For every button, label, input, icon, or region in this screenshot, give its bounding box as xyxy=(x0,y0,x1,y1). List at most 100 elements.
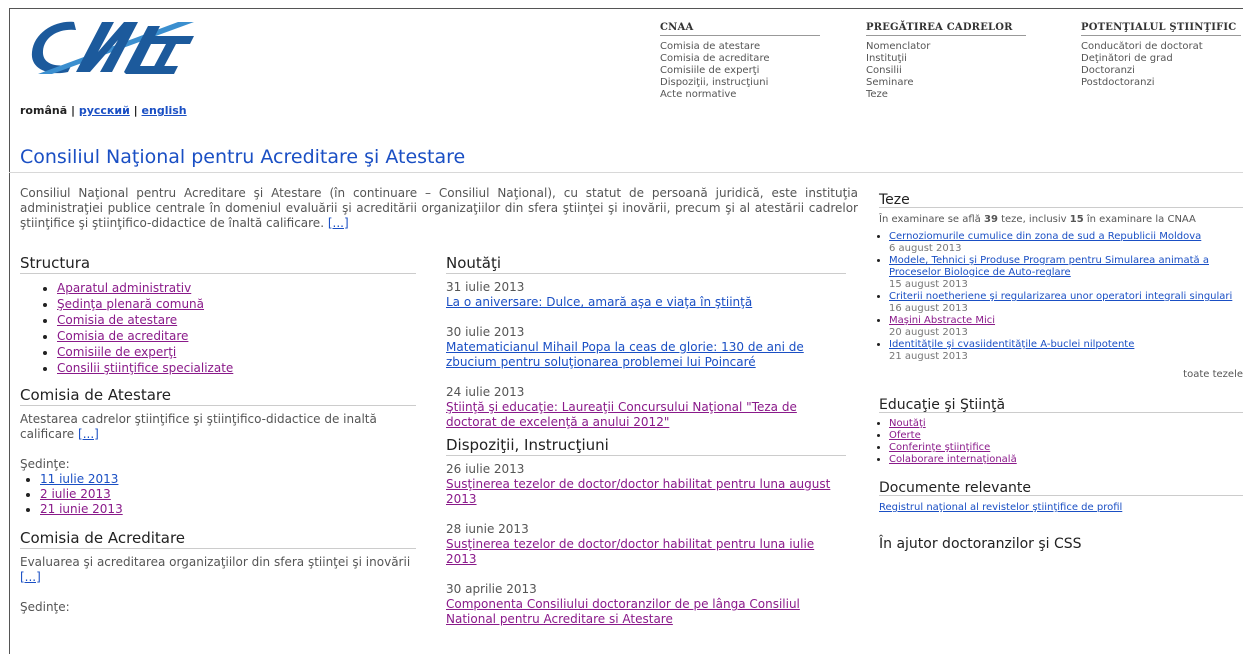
structura-list: Aparatul administrativ Şedinţa plenară c… xyxy=(20,280,416,376)
teza-item: Maşini Abstracte Mici20 august 2013 xyxy=(889,315,1243,339)
teza-link[interactable]: Identităţile şi cvasiidentităţile A-bucl… xyxy=(889,339,1134,350)
page-title: Consiliul Naţional pentru Acreditare şi … xyxy=(20,146,466,168)
atestare-heading: Comisia de Atestare xyxy=(20,388,416,406)
topnav-item[interactable]: Comisia de atestare xyxy=(660,41,820,53)
topnav-item[interactable]: Conducători de doctorat xyxy=(1081,41,1241,53)
news-date: 30 iulie 2013 xyxy=(446,325,525,339)
list-item: Noutăţi xyxy=(889,418,1243,430)
atestare-description: Atestarea cadrelor ştiinţifice şi ştiinţ… xyxy=(20,412,377,441)
educatie-link[interactable]: Colaborare internaţională xyxy=(889,454,1017,465)
topnav-item[interactable]: Comisia de acreditare xyxy=(660,53,820,65)
structura-link[interactable]: Consilii ştiinţifice specializate xyxy=(57,361,233,375)
dispozitie-item: 26 iulie 2013 Susţinerea tezelor de docto… xyxy=(446,462,846,507)
topnav-item[interactable]: Instituţii xyxy=(866,53,1026,65)
teze-heading: Teze xyxy=(879,193,1243,208)
topnav-heading: PREGĂTIREA CADRELOR xyxy=(866,22,1026,36)
dispozitie-link[interactable]: Componenta Consiliului doctoranzilor de … xyxy=(446,597,800,626)
topnav-cnaa: CNAA Comisia de atestare Comisia de acre… xyxy=(660,22,820,101)
educatie-list: Noutăţi Oferte Conferinţe ştiinţifice Co… xyxy=(879,418,1243,466)
news-link[interactable]: Matematicianul Mihail Popa la ceas de gl… xyxy=(446,340,804,369)
list-item: 11 iulie 2013 xyxy=(40,472,416,487)
intro-text: Consiliul Naţional pentru Acreditare şi … xyxy=(20,186,858,230)
right-column: Teze În examinare se află 39 teze, inclu… xyxy=(879,193,1243,551)
list-item: 2 iulie 2013 xyxy=(40,487,416,502)
teze-summary-text: în examinare la CNAA xyxy=(1086,214,1196,225)
topnav-item[interactable]: Seminare xyxy=(866,77,1026,89)
acreditare-description: Evaluarea şi acreditarea organizaţiilor … xyxy=(20,555,411,569)
lang-ro: română xyxy=(20,104,68,117)
list-item: 21 iunie 2013 xyxy=(40,502,416,517)
atestare-sedinte-list: 11 iulie 2013 2 iulie 2013 21 iunie 2013 xyxy=(20,472,416,517)
cnaa-logo[interactable] xyxy=(28,16,196,78)
dispozitie-link[interactable]: Susţinerea tezelor de doctor/doctor habi… xyxy=(446,537,814,566)
teza-item: Criterii noetheriene şi regularizarea un… xyxy=(889,291,1243,315)
list-item: Consilii ştiinţifice specializate xyxy=(57,360,416,376)
lang-separator: | xyxy=(70,104,75,117)
topnav-item[interactable]: Doctoranzi xyxy=(1081,65,1241,77)
teza-date: 20 august 2013 xyxy=(889,327,968,338)
news-item: 30 iulie 2013 Matematicianul Mihail Popa … xyxy=(446,325,846,370)
teze-summary: În examinare se află 39 teze, inclusiv 1… xyxy=(879,214,1243,226)
topnav-item[interactable]: Comisiile de experţi xyxy=(660,65,820,77)
acreditare-more-link[interactable]: [...] xyxy=(20,570,41,584)
topnav-item[interactable]: Dispoziţii, instrucţiuni xyxy=(660,77,820,89)
structura-link[interactable]: Comisiile de experţi xyxy=(57,345,176,359)
intro-more-link[interactable]: [...] xyxy=(328,216,349,230)
lang-en-link[interactable]: english xyxy=(142,104,187,117)
registrul-link[interactable]: Registrul naţional al revistelor ştiinţi… xyxy=(879,502,1122,513)
educatie-link[interactable]: Conferinţe ştiinţifice xyxy=(889,442,990,453)
dispozitie-link[interactable]: Susţinerea tezelor de doctor/doctor habi… xyxy=(446,477,830,506)
acreditare-text: Evaluarea şi acreditarea organizaţiilor … xyxy=(20,555,416,585)
teze-summary-text: teze, inclusiv xyxy=(1001,214,1067,225)
educatie-link[interactable]: Oferte xyxy=(889,430,921,441)
title-divider xyxy=(9,172,1243,173)
language-switcher: română | русский | english xyxy=(20,104,187,117)
educatie-link[interactable]: Noutăţi xyxy=(889,418,926,429)
dispozitie-item: 30 aprilie 2013 Componenta Consiliului do… xyxy=(446,582,846,627)
sedinta-link[interactable]: 21 iunie 2013 xyxy=(40,502,123,516)
noutati-list: 31 iulie 2013 La o aniversare: Dulce, ama… xyxy=(446,280,846,430)
toate-tezele-link[interactable]: toate tezele xyxy=(879,369,1243,381)
topnav-item[interactable]: Teze xyxy=(866,89,1026,101)
list-item: Colaborare internaţională xyxy=(889,454,1243,466)
news-date: 31 iulie 2013 xyxy=(446,280,525,294)
lang-separator: | xyxy=(133,104,138,117)
lang-ru-link[interactable]: русский xyxy=(79,104,130,117)
teze-summary-text: În examinare se află xyxy=(879,214,981,225)
dispozitii-list: 26 iulie 2013 Susţinerea tezelor de docto… xyxy=(446,462,846,627)
structura-link[interactable]: Aparatul administrativ xyxy=(57,281,191,295)
atestare-more-link[interactable]: [...] xyxy=(78,427,99,441)
teza-link[interactable]: Maşini Abstracte Mici xyxy=(889,315,995,326)
sedinta-link[interactable]: 11 iulie 2013 xyxy=(40,472,118,486)
news-link[interactable]: La o aniversare: Dulce, amară aşa e viaţ… xyxy=(446,295,752,309)
middle-column: Noutăţi 31 iulie 2013 La o aniversare: Du… xyxy=(446,256,846,642)
teza-link[interactable]: Cernoziomurile cumulice din zona de sud … xyxy=(889,231,1201,242)
structura-link[interactable]: Şedinţa plenară comună xyxy=(57,297,204,311)
teza-date: 15 august 2013 xyxy=(889,279,968,290)
topnav-item[interactable]: Deţinători de grad xyxy=(1081,53,1241,65)
topnav-item[interactable]: Consilii xyxy=(866,65,1026,77)
news-link[interactable]: Ştiinţă şi educaţie: Laureaţii Concursul… xyxy=(446,400,797,429)
list-item: Comisia de atestare xyxy=(57,312,416,328)
topnav-heading: POTENŢIALUL ŞTIINŢIFIC xyxy=(1081,22,1241,36)
topnav-potential: POTENŢIALUL ŞTIINŢIFIC Conducători de do… xyxy=(1081,22,1241,89)
teze-count-cnaa: 15 xyxy=(1069,214,1084,225)
structura-link[interactable]: Comisia de atestare xyxy=(57,313,177,327)
teza-date: 21 august 2013 xyxy=(889,351,968,362)
left-column: Structura Aparatul administrativ Şedinţa… xyxy=(20,256,416,615)
teze-list: Cernoziomurile cumulice din zona de sud … xyxy=(879,231,1243,363)
topnav-item[interactable]: Acte normative xyxy=(660,89,820,101)
topnav-item[interactable]: Postdoctoranzi xyxy=(1081,77,1241,89)
topnav-item[interactable]: Nomenclator xyxy=(866,41,1026,53)
teza-link[interactable]: Modele, Tehnici şi Produse Program pentr… xyxy=(889,255,1209,278)
list-item: Oferte xyxy=(889,430,1243,442)
structura-link[interactable]: Comisia de acreditare xyxy=(57,329,188,343)
documente-link-wrap: Registrul naţional al revistelor ştiinţi… xyxy=(879,502,1243,514)
sedinta-link[interactable]: 2 iulie 2013 xyxy=(40,487,111,501)
list-item: Comisia de acreditare xyxy=(57,328,416,344)
teza-item: Modele, Tehnici şi Produse Program pentr… xyxy=(889,255,1243,291)
dispozitie-date: 28 iunie 2013 xyxy=(446,522,529,536)
teza-link[interactable]: Criterii noetheriene şi regularizarea un… xyxy=(889,291,1232,302)
topnav-heading: CNAA xyxy=(660,22,820,36)
structura-heading: Structura xyxy=(20,256,416,274)
